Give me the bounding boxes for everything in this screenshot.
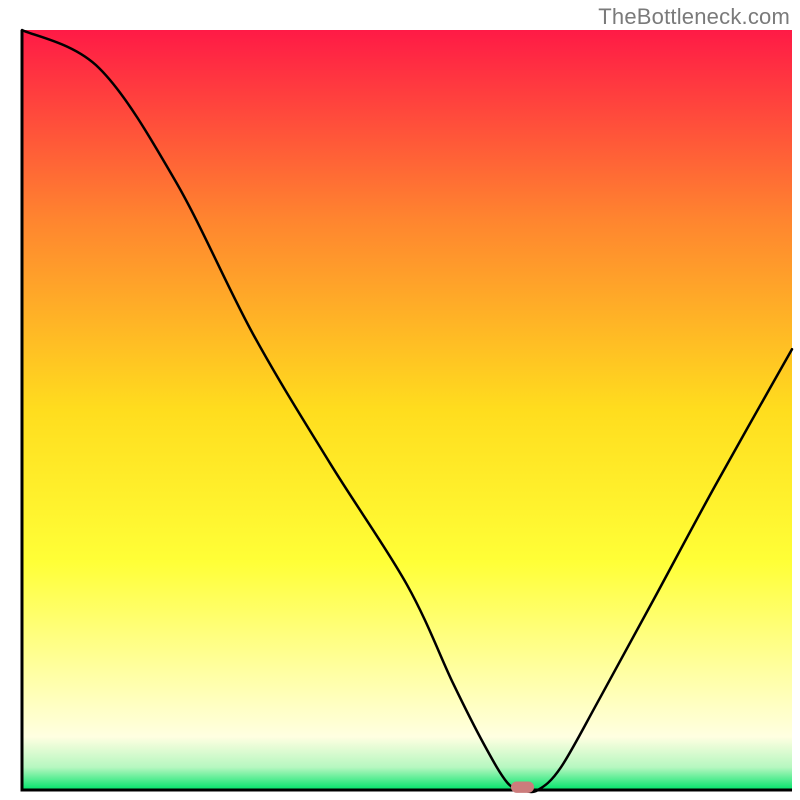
plot-background [22,30,792,790]
chart-container: TheBottleneck.com [0,0,800,800]
bottleneck-chart [0,0,800,800]
optimum-marker [511,781,534,792]
